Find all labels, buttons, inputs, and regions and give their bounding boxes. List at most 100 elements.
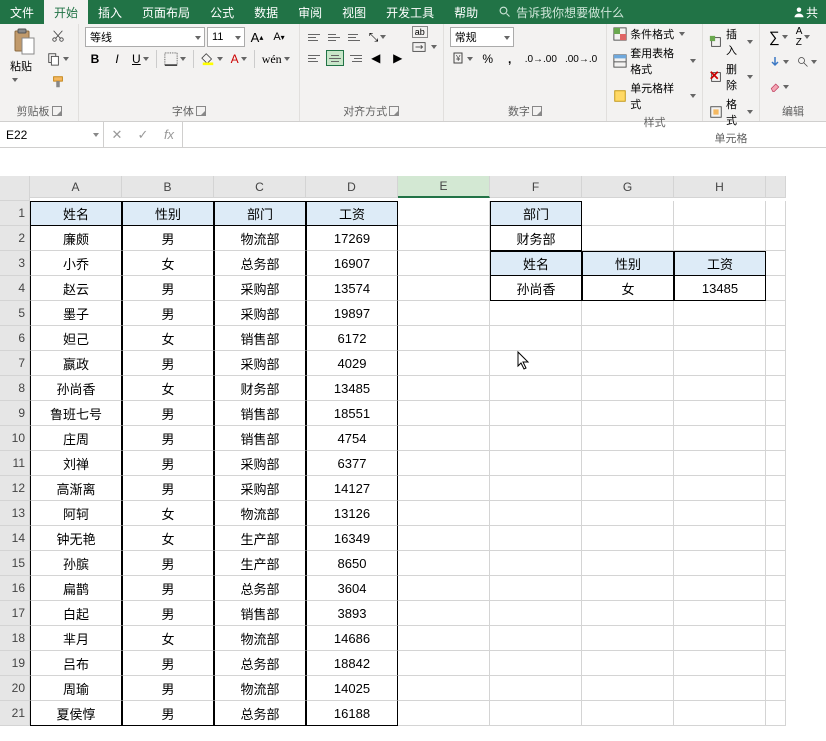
- cell-2[interactable]: [766, 226, 786, 251]
- cell-H12[interactable]: [674, 476, 766, 501]
- cell-B21[interactable]: 男: [122, 701, 214, 726]
- cell-G16[interactable]: [582, 576, 674, 601]
- cell-A15[interactable]: 孙膑: [30, 551, 122, 576]
- row-header-19[interactable]: 19: [0, 651, 30, 676]
- fill-button[interactable]: [766, 52, 792, 72]
- cell-D5[interactable]: 19897: [306, 301, 398, 326]
- cell-E17[interactable]: [398, 601, 490, 626]
- cell-B11[interactable]: 男: [122, 451, 214, 476]
- cell-G7[interactable]: [582, 351, 674, 376]
- delete-cells-button[interactable]: 删除: [709, 61, 753, 93]
- conditional-format-button[interactable]: 条件格式: [613, 26, 696, 42]
- cell-B17[interactable]: 男: [122, 601, 214, 626]
- row-header-14[interactable]: 14: [0, 526, 30, 551]
- border-button[interactable]: [161, 49, 189, 69]
- cell-H18[interactable]: [674, 626, 766, 651]
- cell-A10[interactable]: 庄周: [30, 426, 122, 451]
- number-launcher[interactable]: [532, 106, 542, 116]
- cell-A18[interactable]: 芈月: [30, 626, 122, 651]
- cell-G18[interactable]: [582, 626, 674, 651]
- name-box[interactable]: E22: [0, 122, 104, 147]
- cell-E13[interactable]: [398, 501, 490, 526]
- cell-B13[interactable]: 女: [122, 501, 214, 526]
- column-header-D[interactable]: D: [306, 176, 398, 198]
- cell-B9[interactable]: 男: [122, 401, 214, 426]
- cancel-formula-button[interactable]: ✕: [104, 125, 130, 145]
- share-button[interactable]: 共: [784, 0, 826, 24]
- cell-C17[interactable]: 销售部: [214, 601, 306, 626]
- cell-G10[interactable]: [582, 426, 674, 451]
- cell-B8[interactable]: 女: [122, 376, 214, 401]
- copy-button[interactable]: [44, 49, 72, 69]
- cell-H15[interactable]: [674, 551, 766, 576]
- cell-A13[interactable]: 阿轲: [30, 501, 122, 526]
- cell-B18[interactable]: 女: [122, 626, 214, 651]
- cell-A16[interactable]: 扁鹊: [30, 576, 122, 601]
- cell-F10[interactable]: [490, 426, 582, 451]
- cell-E21[interactable]: [398, 701, 490, 726]
- align-left-button[interactable]: [306, 50, 324, 66]
- cell-H21[interactable]: [674, 701, 766, 726]
- cell-A6[interactable]: 妲己: [30, 326, 122, 351]
- cell-13[interactable]: [766, 501, 786, 526]
- cell-F3[interactable]: 姓名: [490, 251, 582, 276]
- cell-A9[interactable]: 鲁班七号: [30, 401, 122, 426]
- cell-14[interactable]: [766, 526, 786, 551]
- cell-E14[interactable]: [398, 526, 490, 551]
- column-header-H[interactable]: H: [674, 176, 766, 198]
- cell-A8[interactable]: 孙尚香: [30, 376, 122, 401]
- cell-F2[interactable]: 财务部: [490, 226, 582, 251]
- column-header-E[interactable]: E: [398, 176, 490, 198]
- number-format-select[interactable]: 常规: [450, 27, 514, 47]
- cell-E12[interactable]: [398, 476, 490, 501]
- percent-button[interactable]: %: [478, 49, 498, 69]
- sort-filter-button[interactable]: AZ: [793, 27, 814, 47]
- decrease-decimal-button[interactable]: .00→.0: [562, 49, 600, 69]
- cell-C5[interactable]: 采购部: [214, 301, 306, 326]
- cell-C21[interactable]: 总务部: [214, 701, 306, 726]
- cell-9[interactable]: [766, 401, 786, 426]
- cell-F18[interactable]: [490, 626, 582, 651]
- cell-F12[interactable]: [490, 476, 582, 501]
- cell-D21[interactable]: 16188: [306, 701, 398, 726]
- row-header-16[interactable]: 16: [0, 576, 30, 601]
- row-header-7[interactable]: 7: [0, 351, 30, 376]
- cell-G14[interactable]: [582, 526, 674, 551]
- cell-A3[interactable]: 小乔: [30, 251, 122, 276]
- tab-insert[interactable]: 插入: [88, 0, 132, 24]
- cell-E9[interactable]: [398, 401, 490, 426]
- cell-C2[interactable]: 物流部: [214, 226, 306, 251]
- insert-cells-button[interactable]: 插入: [709, 26, 753, 58]
- cell-A11[interactable]: 刘禅: [30, 451, 122, 476]
- comma-button[interactable]: ,: [500, 49, 520, 69]
- increase-decimal-button[interactable]: .0→.00: [522, 49, 560, 69]
- cell-D19[interactable]: 18842: [306, 651, 398, 676]
- row-header-11[interactable]: 11: [0, 451, 30, 476]
- cell-F4[interactable]: 孙尚香: [490, 276, 582, 301]
- cell-D17[interactable]: 3893: [306, 601, 398, 626]
- row-header-8[interactable]: 8: [0, 376, 30, 401]
- cell-H17[interactable]: [674, 601, 766, 626]
- cell-B2[interactable]: 男: [122, 226, 214, 251]
- font-launcher[interactable]: [196, 106, 206, 116]
- cell-B4[interactable]: 男: [122, 276, 214, 301]
- cell-E3[interactable]: [398, 251, 490, 276]
- row-header-2[interactable]: 2: [0, 226, 30, 251]
- cell-12[interactable]: [766, 476, 786, 501]
- cell-A5[interactable]: 墨子: [30, 301, 122, 326]
- cell-F15[interactable]: [490, 551, 582, 576]
- cell-E19[interactable]: [398, 651, 490, 676]
- format-table-button[interactable]: 套用表格格式: [613, 45, 696, 77]
- column-header-B[interactable]: B: [122, 176, 214, 198]
- cell-H8[interactable]: [674, 376, 766, 401]
- cell-A4[interactable]: 赵云: [30, 276, 122, 301]
- autosum-button[interactable]: ∑: [766, 27, 791, 47]
- row-header-5[interactable]: 5: [0, 301, 30, 326]
- cell-20[interactable]: [766, 676, 786, 701]
- cell-F11[interactable]: [490, 451, 582, 476]
- enter-formula-button[interactable]: ✓: [130, 125, 156, 145]
- column-header-A[interactable]: A: [30, 176, 122, 198]
- cell-E5[interactable]: [398, 301, 490, 326]
- cell-C18[interactable]: 物流部: [214, 626, 306, 651]
- cell-D4[interactable]: 13574: [306, 276, 398, 301]
